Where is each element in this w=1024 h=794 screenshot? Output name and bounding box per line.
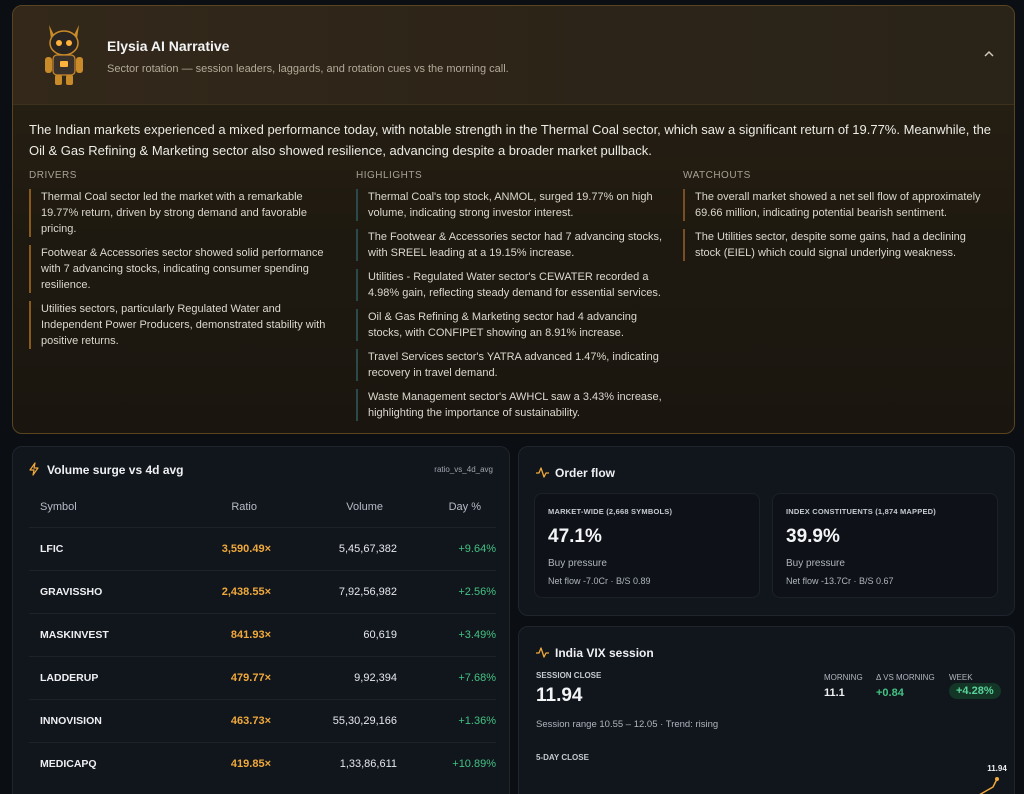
watchout-item: The Utilities sector, despite some gains… xyxy=(683,229,993,261)
market-wide-label: MARKET-WIDE (2,668 SYMBOLS) xyxy=(548,507,673,516)
volume-cell: 7,92,56,982 xyxy=(338,586,397,598)
volume-cell: 9,92,394 xyxy=(354,672,397,684)
driver-item: Footwear & Accessories sector showed sol… xyxy=(29,245,339,293)
highlight-item: Thermal Coal's top stock, ANMOL, surged … xyxy=(356,189,666,221)
watchouts-column: WATCHOUTS The overall market showed a ne… xyxy=(683,170,993,269)
index-constituents-value: 39.9% xyxy=(786,526,840,547)
india-vix-card: India VIX session SESSION CLOSE 11.94 Se… xyxy=(518,626,1015,794)
lightning-bolt-icon xyxy=(29,462,39,476)
vix-title: India VIX session xyxy=(555,646,654,660)
driver-item: Utilities sectors, particularly Regulate… xyxy=(29,301,339,349)
narrative-header[interactable]: Elysia AI Narrative Sector rotation — se… xyxy=(13,6,1014,105)
symbol-cell: MEDICAPQ xyxy=(40,758,97,770)
watchouts-title: WATCHOUTS xyxy=(683,170,751,181)
symbol-cell: MASKINVEST xyxy=(40,629,109,641)
narrative-subtitle: Sector rotation — session leaders, lagga… xyxy=(107,63,509,75)
table-row[interactable]: GRAVISSHO 2,438.55× 7,92,56,982 +2.56% xyxy=(29,570,496,613)
ratio-cell: 841.93× xyxy=(230,629,271,641)
volume-surge-title: Volume surge vs 4d avg xyxy=(47,463,184,477)
highlight-item: The Footwear & Accessories sector had 7 … xyxy=(356,229,666,261)
day-change-cell: +1.36% xyxy=(458,715,496,727)
ratio-cell: 479.77× xyxy=(230,672,271,684)
delta-value: +0.84 xyxy=(876,687,904,699)
highlight-item: Travel Services sector's YATRA advanced … xyxy=(356,349,666,381)
col-header-day[interactable]: Day % xyxy=(449,501,481,513)
market-wide-panel: MARKET-WIDE (2,668 SYMBOLS) 47.1% Buy pr… xyxy=(534,493,760,598)
ratio-cell: 3,590.49× xyxy=(221,543,271,555)
session-close-value: 11.94 xyxy=(536,685,583,706)
day-change-cell: +9.64% xyxy=(458,543,496,555)
index-constituents-caption: Buy pressure xyxy=(786,558,845,569)
pulse-line-icon xyxy=(536,467,549,478)
delta-label: Δ VS MORNING xyxy=(876,673,935,682)
highlight-item: Waste Management sector's AWHCL saw a 3.… xyxy=(356,389,666,421)
volume-cell: 1,33,86,611 xyxy=(339,758,397,770)
morning-value: 11.1 xyxy=(824,687,845,699)
market-wide-value: 47.1% xyxy=(548,526,602,547)
symbol-cell: GRAVISSHO xyxy=(40,586,103,598)
market-wide-caption: Buy pressure xyxy=(548,558,607,569)
highlight-item: Utilities - Regulated Water sector's CEW… xyxy=(356,269,666,301)
volume-cell: 5,45,67,382 xyxy=(338,543,397,555)
table-row[interactable]: LFIC 3,590.49× 5,45,67,382 +9.64% xyxy=(29,527,496,570)
symbol-cell: LFIC xyxy=(40,543,64,555)
robot-mascot-icon xyxy=(45,25,83,85)
order-flow-card: Order flow MARKET-WIDE (2,668 SYMBOLS) 4… xyxy=(518,446,1015,616)
highlight-item: Oil & Gas Refining & Marketing sector ha… xyxy=(356,309,666,341)
session-range: Session range 10.55 – 12.05 · Trend: ris… xyxy=(536,719,719,730)
day-change-cell: +2.56% xyxy=(458,586,496,598)
table-row[interactable]: MASKINVEST 841.93× 60,619 +3.49% xyxy=(29,613,496,656)
drivers-column: DRIVERS Thermal Coal sector led the mark… xyxy=(29,170,339,357)
volume-cell: 60,619 xyxy=(363,629,397,641)
col-header-symbol[interactable]: Symbol xyxy=(40,501,77,513)
day-change-cell: +10.89% xyxy=(452,758,496,770)
table-row[interactable]: INNOVISION 463.73× 55,30,29,166 +1.36% xyxy=(29,699,496,742)
driver-item: Thermal Coal sector led the market with … xyxy=(29,189,339,237)
col-header-ratio[interactable]: Ratio xyxy=(231,501,257,513)
chevron-up-icon[interactable] xyxy=(982,48,996,62)
index-constituents-flow: Net flow -13.7Cr · B/S 0.67 xyxy=(786,576,894,586)
session-close-label: SESSION CLOSE xyxy=(536,671,602,680)
symbol-cell: INNOVISION xyxy=(40,715,102,727)
market-wide-flow: Net flow -7.0Cr · B/S 0.89 xyxy=(548,576,651,586)
watchout-item: The overall market showed a net sell flo… xyxy=(683,189,993,221)
volume-cell: 55,30,29,166 xyxy=(332,715,397,727)
sparkline-last-label: 11.94 xyxy=(987,765,1007,773)
order-flow-title: Order flow xyxy=(555,466,616,480)
week-badge: +4.28% xyxy=(949,683,1001,699)
ratio-cell: 419.85× xyxy=(230,758,271,770)
drivers-title: DRIVERS xyxy=(29,170,77,181)
five-day-close-label: 5-DAY CLOSE xyxy=(536,753,589,762)
day-change-cell: +7.68% xyxy=(458,672,496,684)
ratio-cell: 463.73× xyxy=(230,715,271,727)
volume-surge-tag: ratio_vs_4d_avg xyxy=(434,465,493,474)
col-header-volume[interactable]: Volume xyxy=(346,501,383,513)
five-day-sparkline: 11.94 xyxy=(979,765,1007,794)
table-row[interactable]: LADDERUP 479.77× 9,92,394 +7.68% xyxy=(29,656,496,699)
day-change-cell: +3.49% xyxy=(458,629,496,641)
morning-label: MORNING xyxy=(824,673,863,682)
week-label: WEEK xyxy=(949,673,973,682)
narrative-lead: The Indian markets experienced a mixed p… xyxy=(29,122,992,158)
pulse-line-icon xyxy=(536,647,549,658)
narrative-title: Elysia AI Narrative xyxy=(107,38,230,54)
highlights-column: HIGHLIGHTS Thermal Coal's top stock, ANM… xyxy=(356,170,666,429)
index-constituents-label: INDEX CONSTITUENTS (1,874 MAPPED) xyxy=(786,507,936,516)
index-constituents-panel: INDEX CONSTITUENTS (1,874 MAPPED) 39.9% … xyxy=(772,493,998,598)
table-row[interactable]: MEDICAPQ 419.85× 1,33,86,611 +10.89% xyxy=(29,742,496,785)
ratio-cell: 2,438.55× xyxy=(221,586,271,598)
narrative-card: Elysia AI Narrative Sector rotation — se… xyxy=(12,5,1015,434)
volume-surge-card: Volume surge vs 4d avg ratio_vs_4d_avg S… xyxy=(12,446,510,794)
highlights-title: HIGHLIGHTS xyxy=(356,170,423,181)
symbol-cell: LADDERUP xyxy=(40,672,99,684)
